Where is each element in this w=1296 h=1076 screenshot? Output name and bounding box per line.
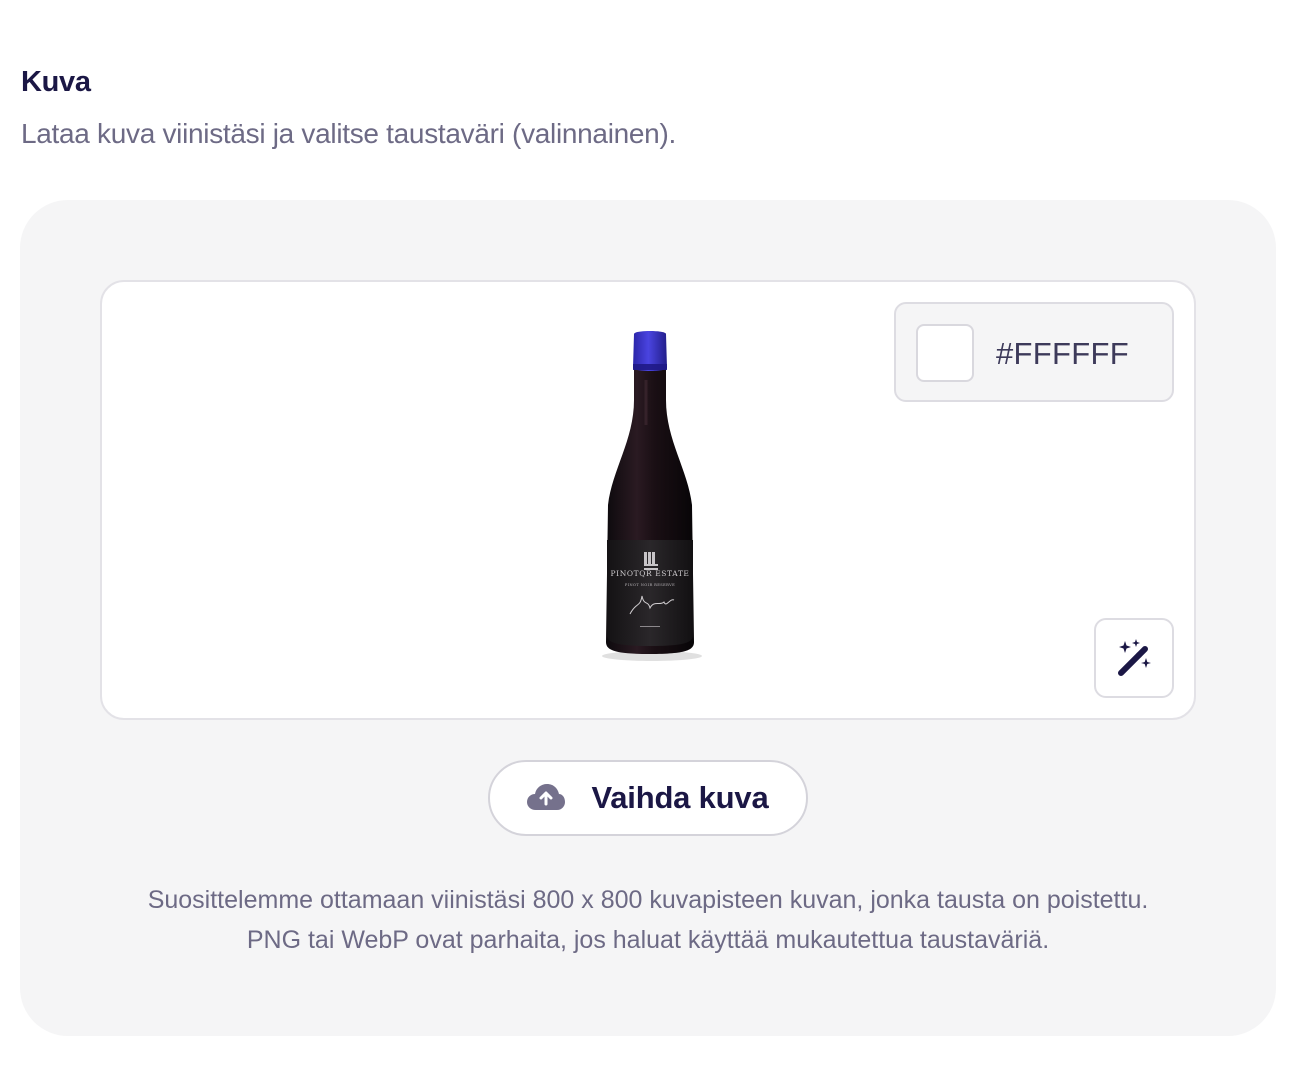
change-image-label: Vaihda kuva (591, 780, 769, 815)
magic-wand-icon (1118, 639, 1151, 676)
image-preview: PINOTQR ESTATE PINOT NOIR RESERVE #FFFFF… (100, 280, 1196, 720)
wine-bottle-illustration: PINOTQR ESTATE PINOT NOIR RESERVE (602, 331, 702, 661)
image-recommendation-hint: Suosittelemme ottamaan viinistäsi 800 x … (20, 880, 1276, 960)
hint-line-1: Suosittelemme ottamaan viinistäsi 800 x … (147, 886, 1149, 914)
wine-bottle-image: PINOTQR ESTATE PINOT NOIR RESERVE (590, 330, 710, 670)
svg-text:PINOTQR ESTATE: PINOTQR ESTATE (611, 569, 690, 578)
image-upload-panel: PINOTQR ESTATE PINOT NOIR RESERVE #FFFFF… (20, 200, 1276, 1036)
background-color-picker[interactable]: #FFFFFF (894, 302, 1174, 402)
remove-background-button[interactable] (1094, 618, 1174, 698)
cloud-upload-icon (527, 784, 566, 810)
background-hex-value[interactable]: #FFFFFF (996, 336, 1129, 372)
change-image-button[interactable]: Vaihda kuva (488, 760, 808, 836)
section-title: Kuva (21, 66, 91, 98)
hint-line-2: PNG tai WebP ovat parhaita, jos haluat k… (246, 926, 1050, 954)
svg-text:PINOT NOIR RESERVE: PINOT NOIR RESERVE (625, 583, 675, 587)
color-swatch[interactable] (916, 324, 974, 382)
section-description: Lataa kuva viinistäsi ja valitse taustav… (21, 118, 676, 149)
